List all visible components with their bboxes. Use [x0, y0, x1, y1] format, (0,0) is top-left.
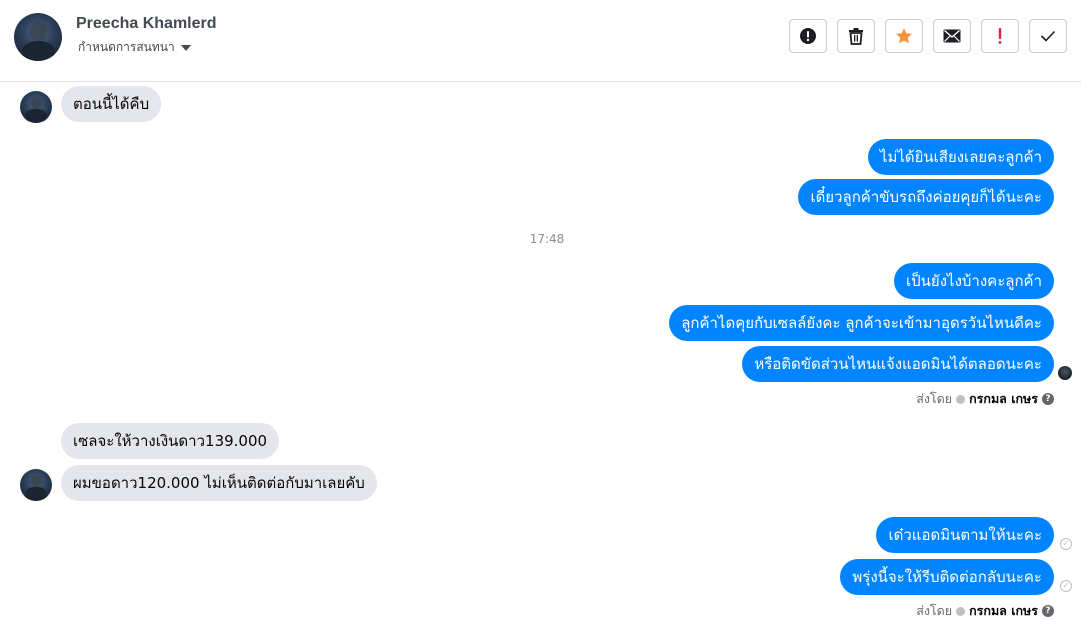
sent-by-label: ส่งโดย กรกมล เกษร ?: [916, 389, 1054, 409]
done-button[interactable]: [1029, 19, 1067, 53]
page-icon: [956, 606, 966, 616]
message-outgoing[interactable]: ลูกค้าไดคุยกับเซลล์ยังคะ ลูกค้าจะเข้ามาอ…: [669, 305, 1054, 341]
delivered-check-icon: ✓: [1060, 538, 1072, 550]
message-outgoing[interactable]: เป็นยังไงบ้างคะลูกค้า: [894, 263, 1054, 299]
message-incoming[interactable]: เซลจะให้วางเงินดาว139.000: [61, 423, 280, 459]
sent-by-label: ส่งโดย กรกมล เกษร ?: [916, 601, 1054, 621]
sender-avatar[interactable]: [20, 469, 52, 501]
message-outgoing[interactable]: หรือติดขัดส่วนไหนแจ้งแอดมินได้ตลอดนะคะ: [742, 346, 1054, 382]
report-button[interactable]: [789, 19, 827, 53]
conversation-header: Preecha Khamlerd กำหนดการสนทนา: [0, 0, 1081, 82]
help-icon[interactable]: ?: [1042, 605, 1054, 617]
sent-by-prefix: ส่งโดย: [916, 603, 953, 618]
sent-by-name[interactable]: กรกมล เกษร: [969, 601, 1038, 621]
help-icon[interactable]: ?: [1042, 393, 1054, 405]
message-outgoing[interactable]: เด๋วแอดมินตามให้นะคะ: [876, 517, 1054, 553]
alert-circle-icon: [800, 28, 816, 44]
page-icon: [956, 394, 966, 404]
envelope-icon: [943, 29, 961, 43]
star-button[interactable]: [885, 19, 923, 53]
checkmark-icon: [1040, 30, 1056, 42]
sent-by-name[interactable]: กรกมล เกษร: [969, 389, 1038, 409]
sender-avatar[interactable]: [20, 91, 52, 123]
exclamation-icon: [998, 28, 1002, 44]
message-incoming[interactable]: ผมขอดาว120.000 ไม่เห็นติดต่อกับมาเลยคับ: [61, 465, 377, 501]
sent-by-prefix: ส่งโดย: [916, 391, 953, 406]
message-outgoing[interactable]: พรุ่งนี้จะให้รีบติดต่อกลับนะคะ: [840, 559, 1054, 595]
delivered-check-icon: ✓: [1060, 580, 1072, 592]
caret-down-icon: [180, 44, 191, 51]
contact-avatar[interactable]: [14, 13, 62, 61]
contact-name[interactable]: Preecha Khamlerd: [76, 15, 217, 33]
conversation-settings-label: กำหนดการสนทนา: [78, 40, 175, 54]
message-incoming[interactable]: ตอนนี้ได้คืบ: [61, 86, 162, 122]
mark-unread-button[interactable]: [933, 19, 971, 53]
message-timestamp: 17:48: [529, 232, 565, 246]
trash-icon: [849, 28, 863, 45]
important-button[interactable]: [981, 19, 1019, 53]
read-receipt-avatar: [1058, 366, 1072, 380]
star-icon: [896, 28, 912, 44]
message-outgoing[interactable]: ไม่ได้ยินเสียงเลยคะลูกค้า: [867, 139, 1054, 175]
message-outgoing[interactable]: เดี๋ยวลูกค้าขับรถถึงค่อยคุยก็ได้นะคะ: [798, 179, 1054, 215]
conversation-settings-dropdown[interactable]: กำหนดการสนทนา: [78, 38, 191, 57]
delete-button[interactable]: [837, 19, 875, 53]
